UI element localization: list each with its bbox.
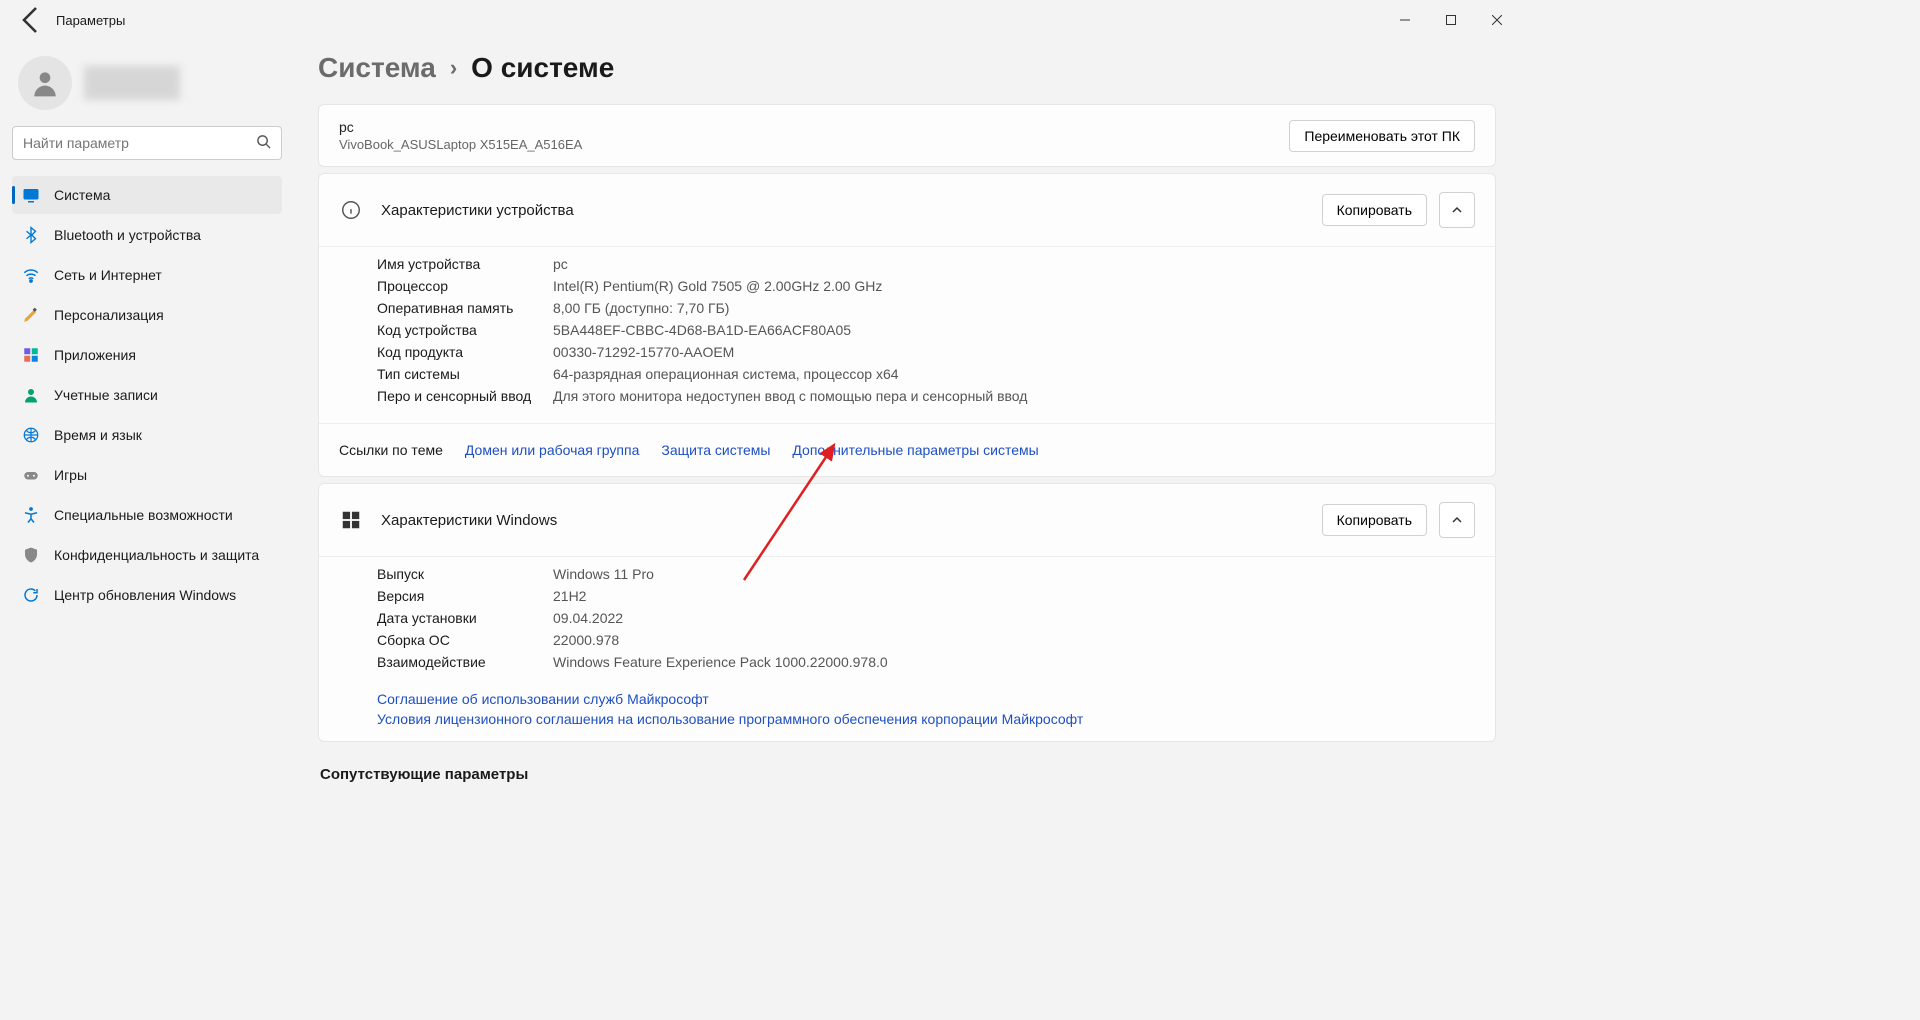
spec-row: Тип системы64-разрядная операционная сис… — [377, 363, 1475, 385]
link-domain-workgroup[interactable]: Домен или рабочая группа — [465, 442, 639, 458]
spec-row: Перо и сенсорный вводДля этого монитора … — [377, 385, 1475, 407]
window-title: Параметры — [56, 13, 125, 28]
device-specs-title: Характеристики устройства — [381, 202, 574, 219]
sidebar-item-label: Учетные записи — [54, 387, 158, 403]
spec-row: Код продукта00330-71292-15770-AAOEM — [377, 341, 1475, 363]
spec-row: ВыпускWindows 11 Pro — [377, 563, 1475, 585]
sidebar-item-accessibility[interactable]: Специальные возможности — [12, 496, 282, 534]
sidebar-item-label: Персонализация — [54, 307, 164, 323]
brush-icon — [22, 306, 40, 324]
info-icon — [339, 198, 363, 222]
chevron-right-icon: › — [450, 55, 457, 81]
sidebar: Система Bluetooth и устройства Сеть и Ин… — [0, 40, 294, 801]
sidebar-item-label: Центр обновления Windows — [54, 587, 236, 603]
link-ms-license-terms[interactable]: Условия лицензионного соглашения на испо… — [377, 711, 1083, 727]
collapse-device-specs-button[interactable] — [1439, 192, 1475, 228]
person-icon — [22, 386, 40, 404]
main-content: Система › О системе pc VivoBook_ASUSLapt… — [294, 40, 1520, 801]
sidebar-item-label: Конфиденциальность и защита — [54, 547, 259, 563]
sidebar-item-personalization[interactable]: Персонализация — [12, 296, 282, 334]
windows-icon — [339, 508, 363, 532]
close-button[interactable] — [1474, 0, 1520, 40]
device-name-card: pc VivoBook_ASUSLaptop X515EA_A516EA Пер… — [318, 104, 1496, 167]
profile-name-blurred — [84, 66, 180, 100]
wifi-icon — [22, 266, 40, 284]
spec-row: ПроцессорIntel(R) Pentium(R) Gold 7505 @… — [377, 275, 1475, 297]
windows-specs-title: Характеристики Windows — [381, 512, 557, 529]
spec-row: Имя устройстваpc — [377, 253, 1475, 275]
spec-row: Сборка ОС22000.978 — [377, 629, 1475, 651]
breadcrumb: Система › О системе — [318, 52, 1496, 84]
sidebar-item-update[interactable]: Центр обновления Windows — [12, 576, 282, 614]
shield-icon — [22, 546, 40, 564]
sidebar-item-accounts[interactable]: Учетные записи — [12, 376, 282, 414]
sidebar-item-bluetooth[interactable]: Bluetooth и устройства — [12, 216, 282, 254]
device-specs-table: Имя устройстваpc ПроцессорIntel(R) Penti… — [319, 246, 1495, 423]
windows-specs-card: Характеристики Windows Копировать Выпуск… — [318, 483, 1496, 742]
spec-row: Дата установки09.04.2022 — [377, 607, 1475, 629]
sidebar-item-gaming[interactable]: Игры — [12, 456, 282, 494]
rename-pc-button[interactable]: Переименовать этот ПК — [1289, 120, 1475, 152]
system-icon — [22, 186, 40, 204]
link-system-protection[interactable]: Защита системы — [661, 442, 770, 458]
windows-specs-table: ВыпускWindows 11 Pro Версия21H2 Дата уст… — [319, 556, 1495, 689]
spec-row: Код устройства5BA448EF-CBBC-4D68-BA1D-EA… — [377, 319, 1475, 341]
related-links-bar: Ссылки по теме Домен или рабочая группа … — [319, 423, 1495, 476]
sidebar-item-privacy[interactable]: Конфиденциальность и защита — [12, 536, 282, 574]
related-params-heading: Сопутствующие параметры — [320, 766, 1496, 783]
device-specs-card: Характеристики устройства Копировать Имя… — [318, 173, 1496, 477]
sidebar-item-system[interactable]: Система — [12, 176, 282, 214]
sidebar-item-label: Время и язык — [54, 427, 142, 443]
profile-block[interactable] — [12, 48, 282, 126]
back-button[interactable] — [16, 4, 48, 36]
gamepad-icon — [22, 466, 40, 484]
accessibility-icon — [22, 506, 40, 524]
sidebar-item-label: Игры — [54, 467, 87, 483]
spec-row: ВзаимодействиеWindows Feature Experience… — [377, 651, 1475, 673]
link-ms-services-agreement[interactable]: Соглашение об использовании служб Майкро… — [377, 691, 709, 707]
sidebar-item-network[interactable]: Сеть и Интернет — [12, 256, 282, 294]
copy-windows-specs-button[interactable]: Копировать — [1322, 504, 1427, 536]
related-links-label: Ссылки по теме — [339, 442, 443, 458]
device-name: pc — [339, 119, 582, 135]
link-advanced-system[interactable]: Дополнительные параметры системы — [792, 442, 1038, 458]
avatar — [18, 56, 72, 110]
sidebar-item-label: Приложения — [54, 347, 136, 363]
sidebar-item-label: Сеть и Интернет — [54, 267, 162, 283]
copy-device-specs-button[interactable]: Копировать — [1322, 194, 1427, 226]
titlebar: Параметры — [0, 0, 1520, 40]
update-icon — [22, 586, 40, 604]
sidebar-item-label: Bluetooth и устройства — [54, 227, 201, 243]
apps-icon — [22, 346, 40, 364]
spec-row: Версия21H2 — [377, 585, 1475, 607]
bluetooth-icon — [22, 226, 40, 244]
search-box[interactable] — [12, 126, 282, 160]
sidebar-item-apps[interactable]: Приложения — [12, 336, 282, 374]
breadcrumb-parent[interactable]: Система — [318, 52, 436, 84]
page-title: О системе — [471, 52, 614, 84]
globe-clock-icon — [22, 426, 40, 444]
search-icon — [256, 134, 271, 152]
sidebar-item-label: Система — [54, 187, 110, 203]
device-model: VivoBook_ASUSLaptop X515EA_A516EA — [339, 137, 582, 152]
nav-list: Система Bluetooth и устройства Сеть и Ин… — [12, 176, 282, 614]
search-input[interactable] — [23, 135, 256, 151]
collapse-windows-specs-button[interactable] — [1439, 502, 1475, 538]
sidebar-item-time-language[interactable]: Время и язык — [12, 416, 282, 454]
spec-row: Оперативная память8,00 ГБ (доступно: 7,7… — [377, 297, 1475, 319]
minimize-button[interactable] — [1382, 0, 1428, 40]
maximize-button[interactable] — [1428, 0, 1474, 40]
sidebar-item-label: Специальные возможности — [54, 507, 233, 523]
